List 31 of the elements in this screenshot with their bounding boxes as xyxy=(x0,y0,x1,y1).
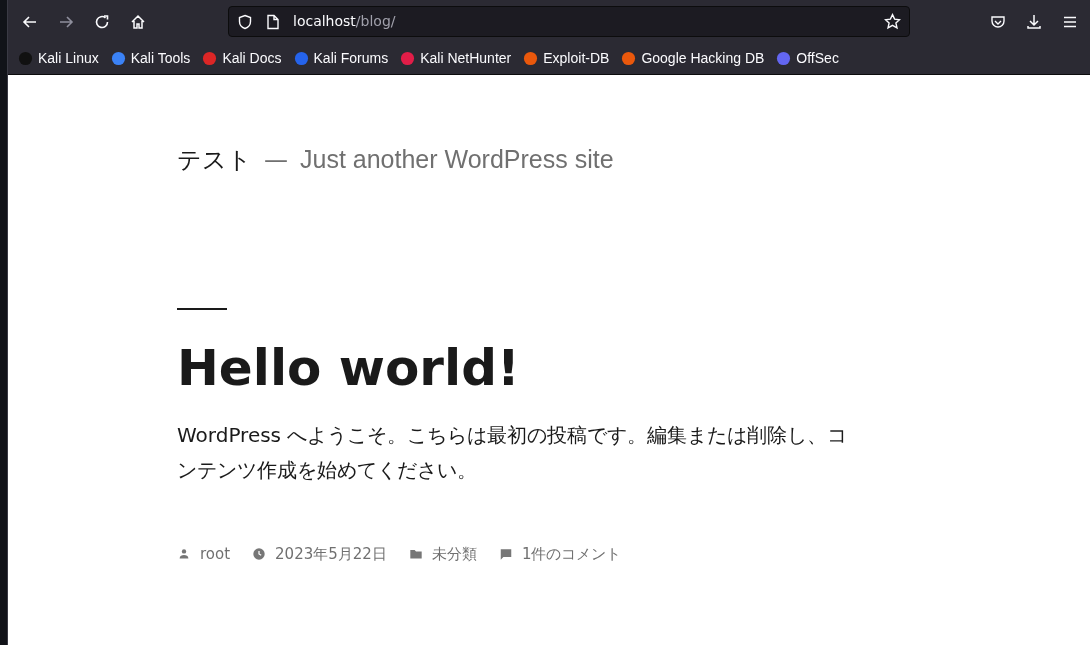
post-body: WordPress へようこそ。こちらは最初の投稿です。編集または削除し、コンテンツ作成を始めてください。 xyxy=(177,421,849,484)
home-icon[interactable] xyxy=(130,13,146,30)
bookmark[interactable]: Kali Docs xyxy=(202,47,282,69)
bookmark[interactable]: Exploit-DB xyxy=(523,47,610,69)
star-icon[interactable] xyxy=(884,13,901,30)
bookmark[interactable]: Kali Tools xyxy=(110,47,191,69)
reload-icon[interactable] xyxy=(94,13,110,30)
download-icon[interactable] xyxy=(1026,13,1042,30)
pocket-icon[interactable] xyxy=(990,13,1006,30)
bookmark[interactable]: OffSec xyxy=(776,47,839,69)
forward-icon[interactable] xyxy=(58,13,74,30)
category-link[interactable]: 未分類 xyxy=(431,542,477,565)
post-title[interactable]: Hello world! xyxy=(177,337,1090,398)
bookmark[interactable]: Kali Linux xyxy=(18,47,99,69)
author-link[interactable]: root xyxy=(200,542,231,565)
bookmark[interactable]: Kali Forums xyxy=(293,47,389,69)
back-icon[interactable] xyxy=(22,13,38,30)
bookmark[interactable]: Google Hacking DB xyxy=(621,47,765,69)
url-text: localhost/blog/ xyxy=(293,12,396,31)
shield-icon[interactable] xyxy=(237,13,253,30)
separator: — xyxy=(264,145,288,176)
address-bar[interactable]: localhost/blog/ xyxy=(228,6,910,37)
person-icon xyxy=(177,546,191,561)
site-tagline: Just another WordPress site xyxy=(300,144,614,175)
site-title[interactable]: テスト xyxy=(177,142,252,178)
comments-link[interactable]: 1件のコメント xyxy=(521,542,622,565)
clock-icon xyxy=(252,546,267,561)
date-link[interactable]: 2023年5月22日 xyxy=(275,542,387,565)
page-icon xyxy=(265,13,281,30)
speech-bubble-icon xyxy=(498,546,513,561)
bookmark[interactable]: Kali NetHunter xyxy=(400,47,512,69)
